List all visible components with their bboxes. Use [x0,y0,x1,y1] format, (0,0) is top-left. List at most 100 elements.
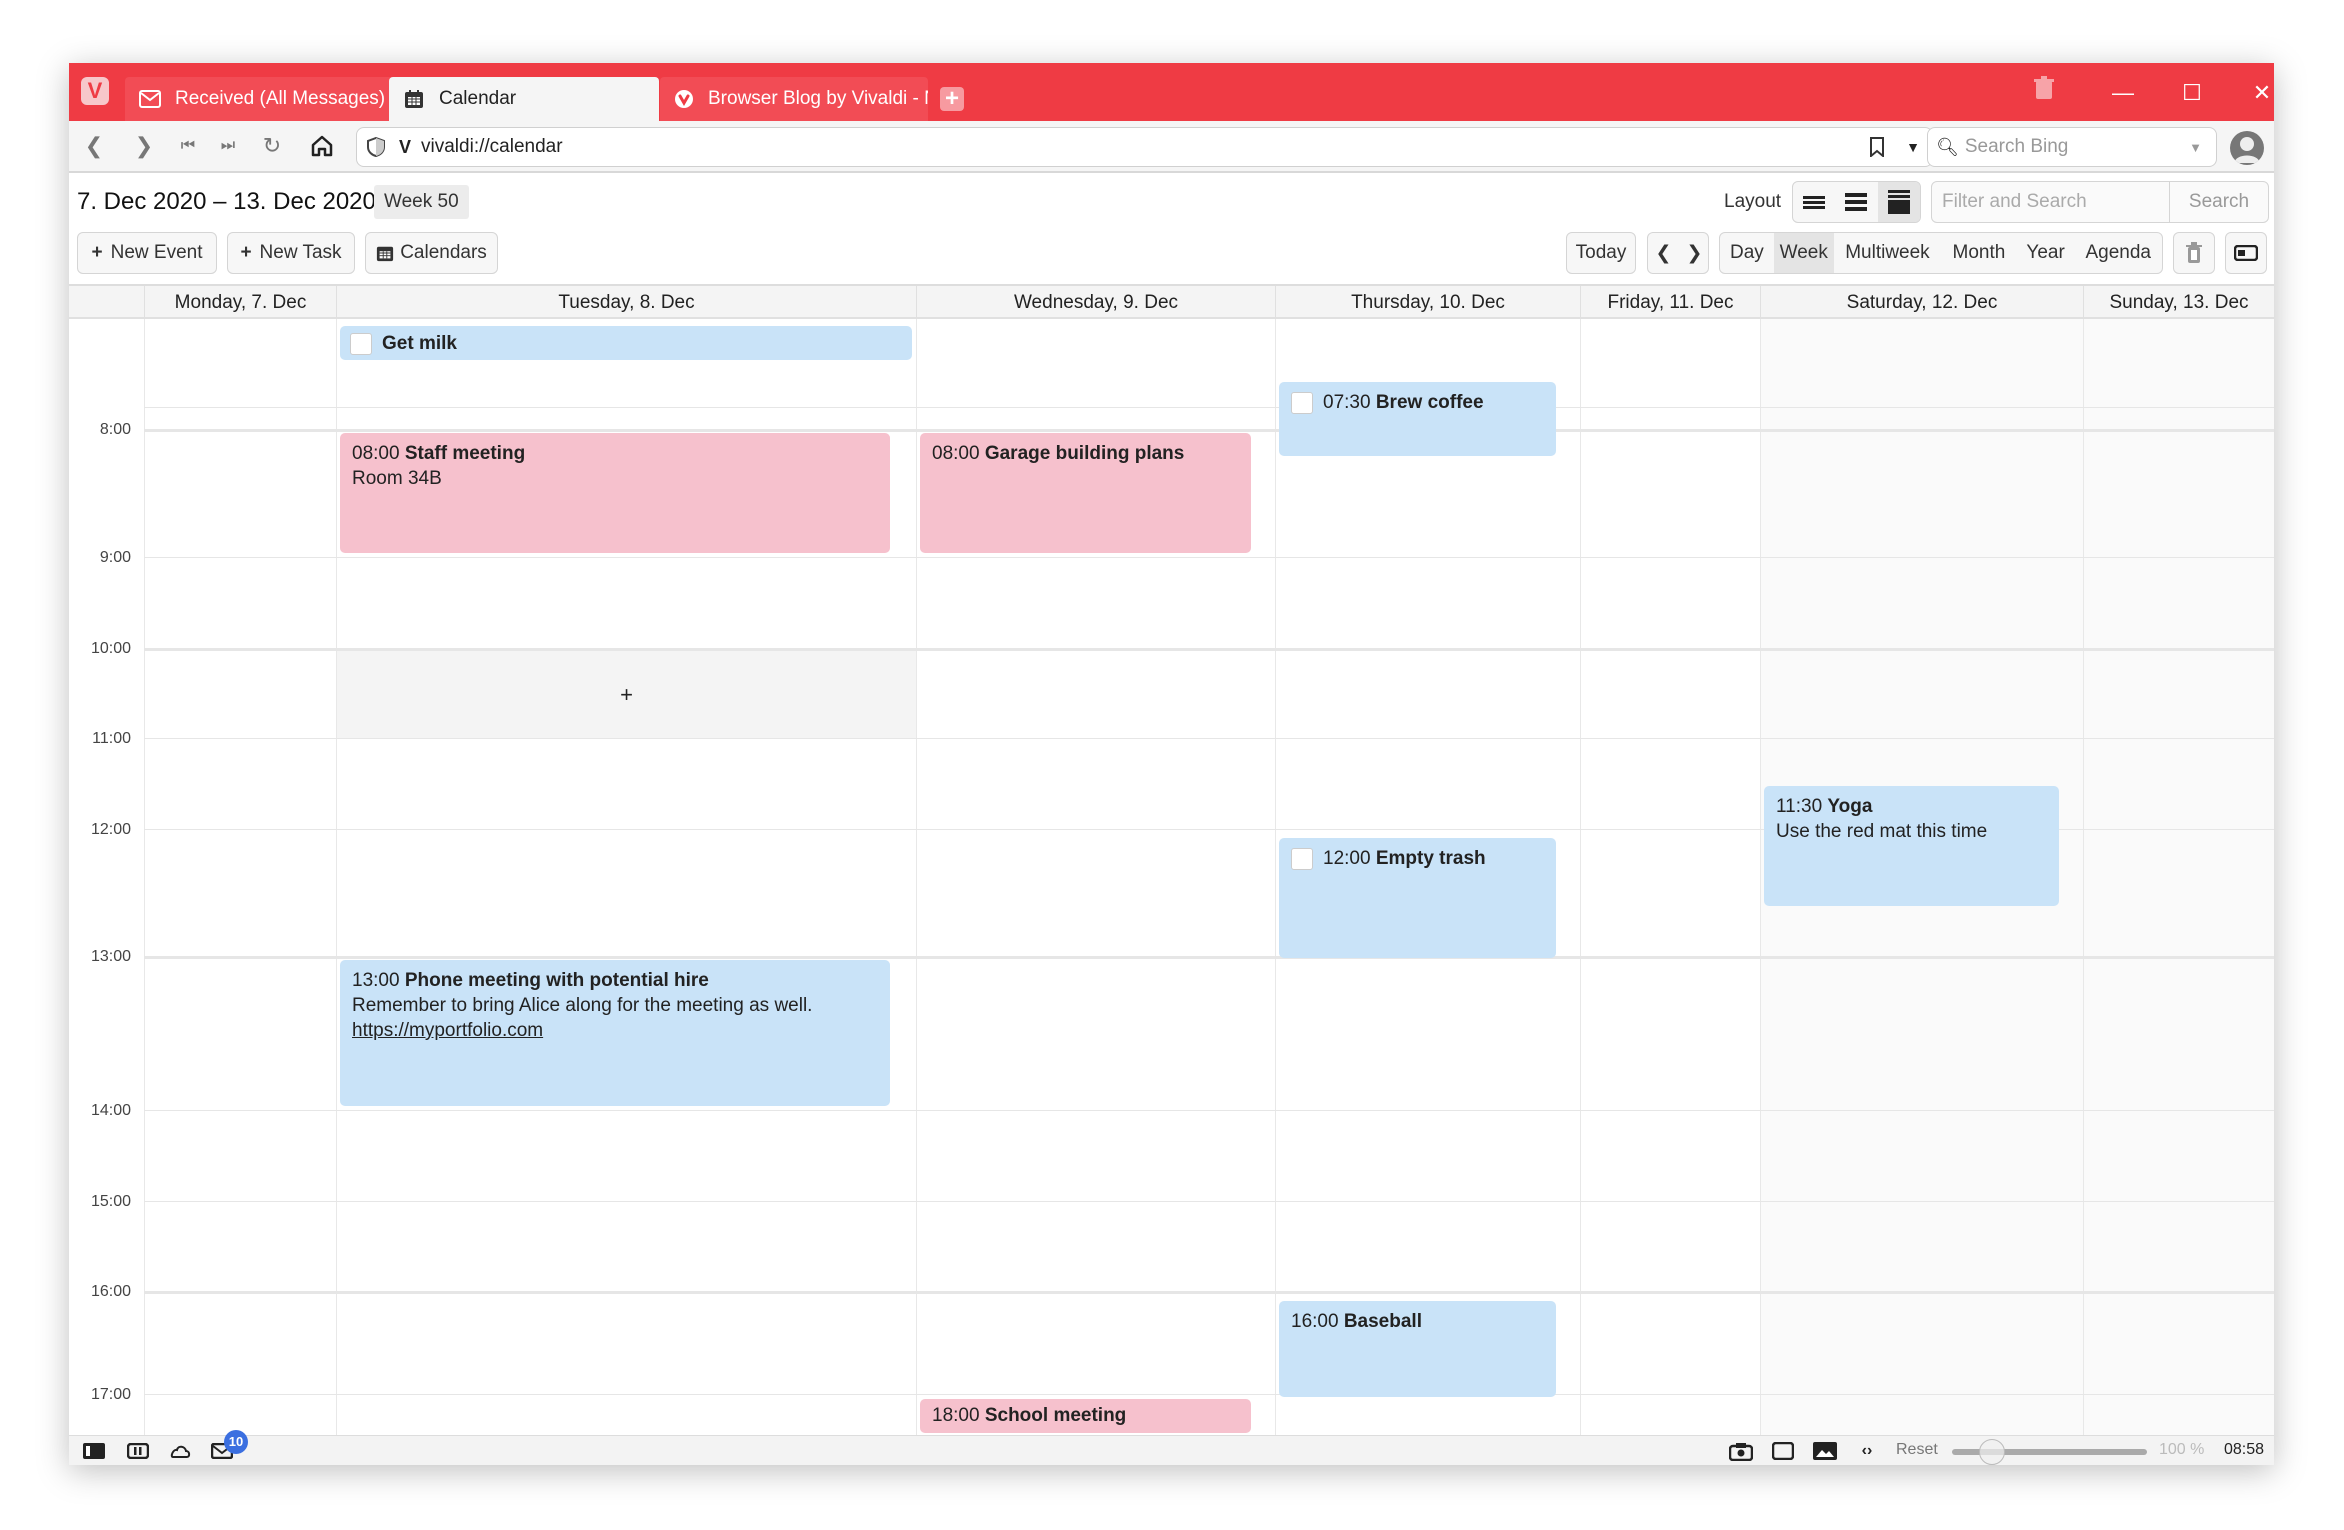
panel-toggle-icon[interactable] [81,1440,107,1462]
add-event-cell[interactable]: + [337,651,916,738]
day-header[interactable]: Friday, 11. Dec [1580,286,1760,319]
calendar-icon [376,244,394,262]
window-icon[interactable] [1770,1440,1796,1462]
day-header[interactable]: Thursday, 10. Dec [1275,286,1580,319]
view-multiweek-tab[interactable]: Multiweek [1834,233,1941,273]
filter-input[interactable]: Filter and Search [1932,182,2170,222]
view-switcher: Day Week Multiweek Month Year Agenda [1719,232,2163,274]
shield-icon[interactable] [367,137,385,157]
calendar-icon [403,88,425,110]
calendar-event[interactable]: 08:00 Staff meeting Room 34B [340,433,890,553]
sync-cloud-icon[interactable] [167,1440,193,1462]
fast-forward-button[interactable]: ⏭ [211,129,245,163]
layout-compact-button[interactable] [1793,182,1835,222]
date-range-title: 7. Dec 2020 – 13. Dec 2020 [77,188,376,215]
day-column[interactable] [144,319,336,1435]
reload-button[interactable]: ↻ [255,129,289,163]
vivaldi-menu-button[interactable]: V [81,77,109,105]
tab-calendar[interactable]: Calendar [389,77,659,121]
event-time: 13:00 [352,970,400,991]
zoom-level: 100 % [2159,1441,2205,1458]
dropdown-arrow-icon[interactable]: ▼ [2189,140,2202,155]
browser-window: V Received (All Messages) Calendar Brows… [69,63,2274,1465]
event-time: 08:00 [932,443,980,464]
search-button[interactable]: Search [2170,182,2268,222]
images-icon[interactable] [1812,1440,1838,1462]
day-header[interactable]: Tuesday, 8. Dec [336,286,916,319]
previous-week-button[interactable]: ❮ [1648,233,1679,273]
hour-line [144,1110,2274,1111]
layout-density-toggle [1792,181,1921,223]
camera-icon[interactable] [1728,1440,1754,1462]
zoom-slider-thumb[interactable] [1979,1439,2006,1465]
panel-icon [2234,245,2258,261]
rewind-button[interactable]: ⏮ [171,129,205,163]
page-actions-icon[interactable]: ‹› [1854,1440,1880,1462]
day-column[interactable] [1580,319,1760,1435]
new-tab-button[interactable]: + [940,87,964,111]
back-button[interactable]: ❮ [77,129,111,163]
minimize-button[interactable]: — [2103,73,2143,113]
search-icon[interactable]: 🔍︎ [1936,137,1959,158]
calendars-button[interactable]: Calendars [365,232,498,274]
profile-avatar[interactable] [2230,131,2264,165]
allday-task[interactable]: Get milk [340,326,912,360]
maximize-button[interactable]: ☐ [2172,73,2212,113]
view-year-tab[interactable]: Year [2017,233,2075,273]
event-time: 16:00 [1291,1311,1339,1332]
prev-next-group: ❮ ❯ [1647,232,1709,274]
week-grid: Monday, 7. Dec Tuesday, 8. Dec Wednesday, … [69,284,2274,1435]
task-checkbox[interactable] [350,332,372,355]
new-event-button[interactable]: + New Event [77,232,217,274]
toggle-sidebar-button[interactable] [2225,232,2267,274]
delete-button[interactable] [2173,232,2215,274]
calendar-event[interactable]: 08:00 Garage building plans [920,433,1251,553]
calendar-event[interactable]: 16:00 Baseball [1279,1301,1556,1397]
next-week-button[interactable]: ❯ [1679,233,1708,273]
event-time: 11:30 [1776,796,1823,817]
view-week-tab[interactable]: Week [1773,233,1834,273]
vivaldi-page-icon: V [399,136,412,157]
view-day-tab[interactable]: Day [1720,233,1774,273]
day-header[interactable]: Saturday, 12. Dec [1760,286,2083,319]
status-bar: 10 ‹› Reset 100 % 08:58 [69,1430,2274,1465]
forward-button[interactable]: ❯ [127,129,161,163]
zoom-reset-button[interactable]: Reset [1896,1441,1938,1459]
new-task-button[interactable]: + New Task [227,232,355,274]
today-button[interactable]: Today [1566,232,1636,274]
home-button[interactable] [305,129,339,163]
calendar-event[interactable]: 11:30 Yoga Use the red mat this time [1764,786,2059,906]
trash-icon[interactable] [2024,73,2064,113]
day-header[interactable]: Wednesday, 9. Dec [916,286,1275,319]
event-time: 07:30 [1323,392,1371,413]
task-checkbox[interactable] [1291,391,1313,414]
dropdown-arrow-icon[interactable]: ▼ [1906,139,1920,155]
search-engine-field[interactable]: 🔍︎ Search Bing ▼ [1927,127,2217,167]
filter-search-field[interactable]: Filter and Search Search [1931,181,2269,223]
day-column[interactable] [2083,319,2274,1435]
event-time: 12:00 [1323,848,1371,869]
trash-icon [2186,242,2202,263]
tab-blog[interactable]: Browser Blog by Vivaldi - N [660,77,928,121]
event-title: Brew coffee [1375,392,1484,413]
calendar-event[interactable]: 13:00 Phone meeting with potential hire R… [340,960,890,1106]
task-event[interactable]: 12:00 Empty trash [1279,838,1556,958]
view-month-tab[interactable]: Month [1941,233,2017,273]
bookmark-icon[interactable] [1870,137,1885,157]
day-header[interactable]: Monday, 7. Dec [144,286,336,319]
task-checkbox[interactable] [1291,847,1313,870]
hour-label: 11:00 [92,730,131,747]
event-link[interactable]: https://myportfolio.com [352,1018,878,1043]
view-agenda-tab[interactable]: Agenda [2074,233,2162,273]
zoom-slider[interactable] [1952,1439,2147,1465]
address-field[interactable]: V vivaldi://calendar ▼ [356,127,1933,167]
close-button[interactable]: ✕ [2242,73,2274,113]
event-time: 18:00 [932,1405,980,1426]
layout-medium-button[interactable] [1835,182,1877,222]
calendar-event[interactable]: 18:00 School meeting [920,1399,1251,1433]
layout-large-button[interactable] [1877,182,1920,222]
tab-tiling-icon[interactable] [125,1440,151,1462]
hour-label: 9:00 [99,549,131,566]
task-event[interactable]: 07:30 Brew coffee [1279,382,1556,456]
day-header[interactable]: Sunday, 13. Dec [2083,286,2274,319]
